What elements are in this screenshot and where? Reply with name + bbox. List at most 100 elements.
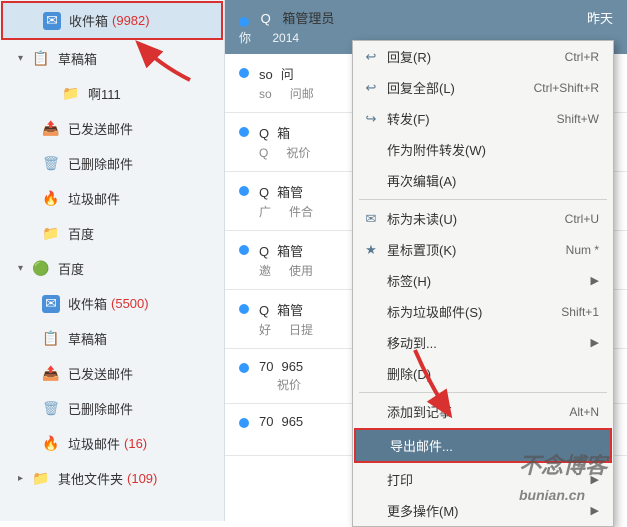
mail-sub-title: 祝价 (286, 146, 310, 160)
sidebar-label: 收件箱 (68, 294, 107, 313)
sidebar-sent[interactable]: 📤 已发送邮件 (0, 111, 224, 146)
menu-label: 再次编辑(A) (387, 171, 456, 190)
sidebar-label: 草稿箱 (58, 49, 97, 68)
menu-label: 转发(F) (387, 109, 430, 128)
header-from: Q (261, 11, 271, 26)
menu-item[interactable]: 删除(D) (353, 358, 613, 389)
unread-dot-icon (239, 245, 249, 255)
sidebar-label: 百度 (68, 224, 94, 243)
mail-from: Q (259, 126, 269, 141)
inbox-icon: ✉ (42, 295, 60, 313)
header-title: 箱管理员 (282, 11, 334, 26)
sidebar-spam-2[interactable]: 🔥 垃圾邮件 (16) (0, 426, 224, 461)
sidebar-deleted-2[interactable]: 🗑 已删除邮件 (0, 391, 224, 426)
mail-from: so (259, 67, 273, 82)
unread-dot-icon (239, 68, 249, 78)
menu-item[interactable]: 再次编辑(A) (353, 165, 613, 196)
menu-item[interactable]: ↪转发(F)Shift+W (353, 103, 613, 134)
sent-icon: 📤 (42, 120, 60, 138)
sidebar-other-folders[interactable]: ▸ 📁 其他文件夹 (109) (0, 461, 224, 496)
menu-item[interactable]: ↩ 回复全部(L) Ctrl+Shift+R (353, 72, 613, 103)
sidebar-count: (109) (127, 471, 157, 486)
menu-separator (359, 199, 607, 200)
mail-sub-title: 祝价 (277, 378, 301, 392)
menu-item[interactable]: 移动到... ▶ (353, 327, 613, 358)
sidebar-account-baidu[interactable]: ▾ 🟢 百度 (0, 251, 224, 286)
mail-sub-from: 邀 (259, 264, 271, 278)
sidebar-label: 已发送邮件 (68, 364, 133, 383)
draft-icon: 📋 (42, 330, 60, 348)
sidebar-inbox-2[interactable]: ✉ 收件箱 (5500) (0, 286, 224, 321)
header-sub-from: 你 (239, 31, 251, 45)
menu-label: 删除(D) (387, 364, 431, 383)
sidebar-label: 收件箱 (69, 11, 108, 30)
menu-icon: ↪ (363, 111, 379, 127)
menu-icon: ↩ (363, 80, 379, 96)
sidebar-label: 百度 (58, 259, 84, 278)
mail-title: 965 (281, 359, 303, 374)
sidebar-label: 已删除邮件 (68, 154, 133, 173)
menu-label: 标为未读(U) (387, 209, 457, 228)
watermark: 不念博客 bunian.cn (519, 448, 607, 506)
menu-item[interactable]: ↩回复(R)Ctrl+R (353, 41, 613, 72)
menu-label: 标签(H) (387, 271, 431, 290)
unread-dot-icon (239, 304, 249, 314)
sidebar-label: 其他文件夹 (58, 469, 123, 488)
spam-icon: 🔥 (42, 435, 60, 453)
menu-item[interactable]: 作为附件转发(W) (353, 134, 613, 165)
sidebar-drafts[interactable]: ▾ 📋 草稿箱 (0, 41, 224, 76)
sidebar-label: 草稿箱 (68, 329, 107, 348)
menu-item[interactable]: 标签(H)▶ (353, 265, 613, 296)
sidebar-drafts-2[interactable]: 📋 草稿箱 (0, 321, 224, 356)
mail-sub-title: 使用 (289, 264, 313, 278)
sidebar-label: 啊111 (88, 84, 121, 103)
sidebar-inbox[interactable]: ✉ 收件箱 (9982) (1, 1, 223, 40)
sidebar-label: 已发送邮件 (68, 119, 133, 138)
mail-sub-from: 广 (259, 205, 271, 219)
mail-title: 箱管 (277, 185, 303, 200)
spam-icon: 🔥 (42, 190, 60, 208)
mail-title: 箱 (277, 126, 290, 141)
folder-icon: 📁 (32, 470, 50, 488)
draft-icon: 📋 (32, 50, 50, 68)
folder-sidebar: ✉ 收件箱 (9982) ▾ 📋 草稿箱 📁 啊111 📤 已发送邮件 🗑 已删… (0, 0, 225, 521)
mail-title: 问 (281, 67, 294, 82)
sidebar-baidu-folder[interactable]: 📁 百度 (0, 216, 224, 251)
sidebar-spam[interactable]: 🔥 垃圾邮件 (0, 181, 224, 216)
menu-icon: ★ (363, 242, 379, 258)
sidebar-count: (16) (124, 436, 147, 451)
sidebar-subfolder[interactable]: 📁 啊111 (0, 76, 224, 111)
sidebar-count: (5500) (111, 296, 149, 311)
menu-separator (359, 392, 607, 393)
menu-label: 移动到... (387, 333, 437, 352)
sidebar-count: (9982) (112, 13, 150, 28)
menu-label: 打印 (387, 470, 413, 489)
mail-title: 965 (281, 414, 303, 429)
menu-label: 作为附件转发(W) (387, 140, 486, 159)
sent-icon: 📤 (42, 365, 60, 383)
menu-label: 更多操作(M) (387, 501, 459, 520)
mail-from: Q (259, 244, 269, 259)
mail-sub-title: 问邮 (290, 87, 314, 101)
menu-shortcut: Alt+N (569, 405, 599, 419)
sidebar-deleted[interactable]: 🗑 已删除邮件 (0, 146, 224, 181)
menu-shortcut: Num * (566, 243, 599, 257)
mail-sub-title: 件合 (289, 205, 313, 219)
submenu-arrow-icon: ▶ (591, 336, 599, 349)
collapse-icon[interactable]: ▾ (18, 53, 30, 64)
menu-label: 星标置顶(K) (387, 240, 456, 259)
menu-label: 标为垃圾邮件(S) (387, 302, 482, 321)
sidebar-sent-2[interactable]: 📤 已发送邮件 (0, 356, 224, 391)
menu-label: 回复全部(L) (387, 78, 455, 97)
menu-shortcut: Ctrl+Shift+R (534, 81, 599, 95)
menu-item[interactable]: 添加到记事Alt+N (353, 396, 613, 427)
unread-dot-icon (239, 127, 249, 137)
collapse-icon[interactable]: ▾ (18, 263, 30, 274)
unread-dot-icon (239, 17, 249, 27)
menu-item[interactable]: 标为垃圾邮件(S)Shift+1 (353, 296, 613, 327)
trash-icon: 🗑 (42, 400, 60, 418)
expand-icon[interactable]: ▸ (18, 473, 30, 484)
menu-item[interactable]: ★ 星标置顶(K) Num * (353, 234, 613, 265)
folder-icon: 📁 (42, 225, 60, 243)
menu-item[interactable]: ✉标为未读(U)Ctrl+U (353, 203, 613, 234)
